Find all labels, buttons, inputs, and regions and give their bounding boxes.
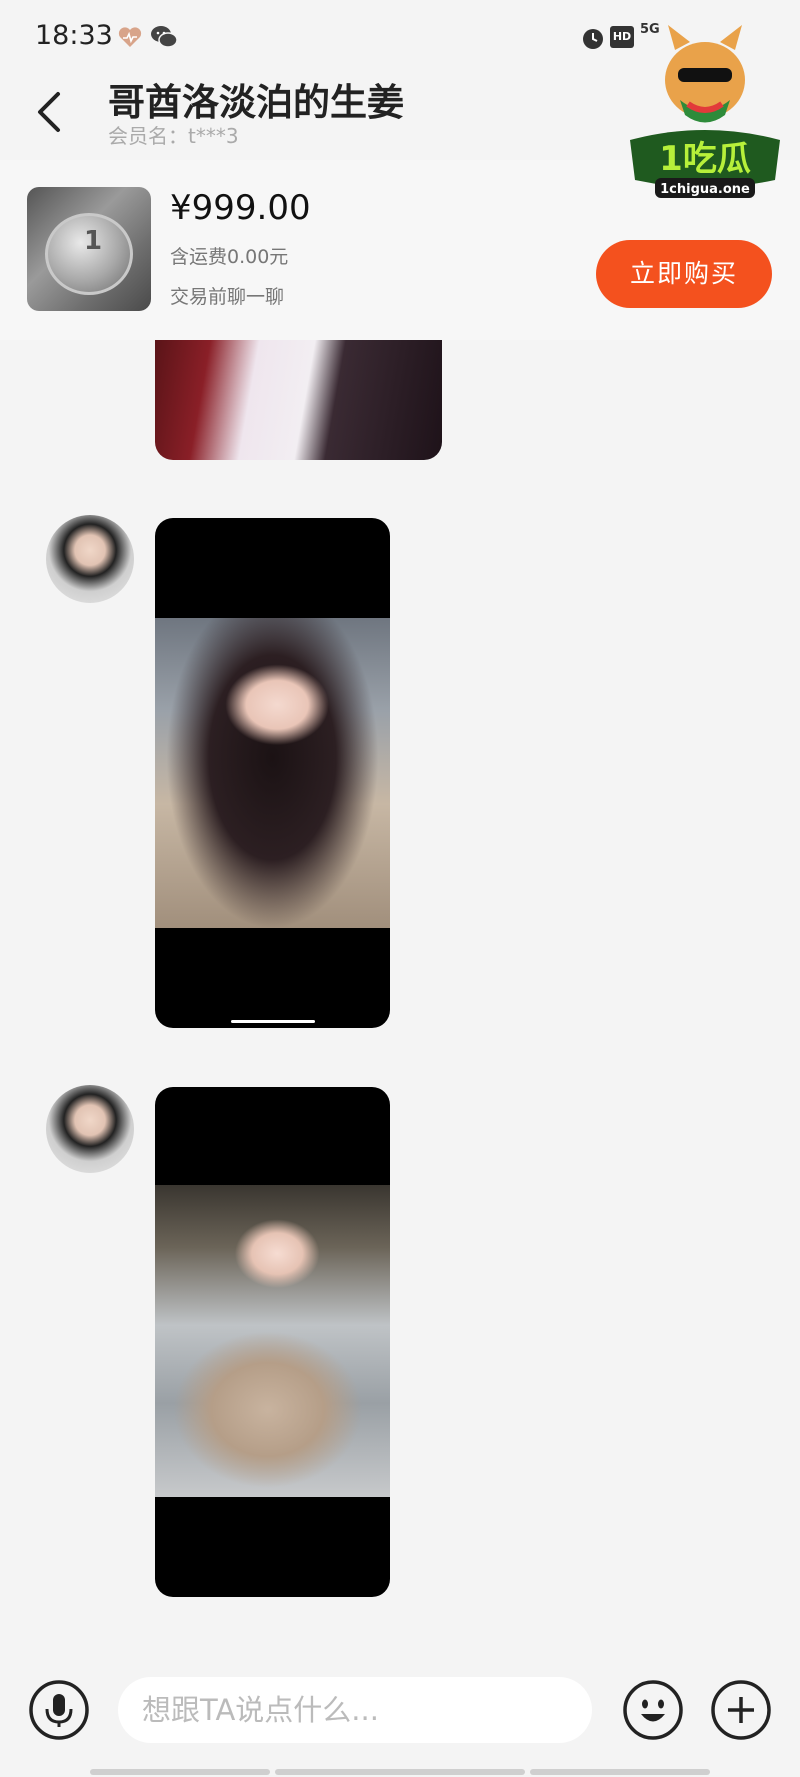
product-price: ¥999.00 <box>170 188 311 228</box>
gesture-bar <box>530 1769 710 1775</box>
member-label: 会员名： <box>108 124 188 148</box>
wechat-icon <box>151 26 178 48</box>
avatar[interactable] <box>46 1085 134 1173</box>
message-input[interactable] <box>118 1677 592 1743</box>
coin-image: 1 <box>45 213 133 295</box>
gesture-bar <box>275 1769 525 1775</box>
mic-icon[interactable] <box>28 1679 90 1741</box>
back-arrow-icon[interactable] <box>30 88 70 136</box>
message-image[interactable] <box>155 1087 390 1597</box>
chat-tip: 交易前聊一聊 <box>170 286 285 308</box>
plus-icon[interactable] <box>710 1679 772 1741</box>
input-bar <box>0 1665 800 1777</box>
member-line: 会员名：t***3 <box>108 120 239 149</box>
buy-now-button[interactable]: 立即购买 <box>596 240 772 308</box>
message-image[interactable] <box>155 340 442 460</box>
member-name: t***3 <box>188 124 239 148</box>
photo-content <box>155 1185 390 1497</box>
emoji-icon[interactable] <box>622 1679 684 1741</box>
message-image[interactable] <box>155 518 390 1028</box>
status-time: 18:33 <box>35 20 113 51</box>
watermark-site: 1chigua.one <box>660 182 750 197</box>
alarm-icon <box>583 29 603 49</box>
watermark-logo: 1吃瓜 1chigua.one <box>630 25 780 198</box>
watermark-name: 1吃瓜 <box>659 139 751 179</box>
home-indicator <box>231 1020 315 1023</box>
avatar[interactable] <box>46 515 134 603</box>
photo-content <box>155 618 390 928</box>
shipping-info: 含运费0.00元 <box>170 246 289 268</box>
heart-icon <box>118 27 142 47</box>
chat-title: 哥酋洛淡泊的生姜 <box>108 81 404 124</box>
gesture-bar <box>90 1769 270 1775</box>
product-thumbnail[interactable]: 1 <box>27 187 151 311</box>
